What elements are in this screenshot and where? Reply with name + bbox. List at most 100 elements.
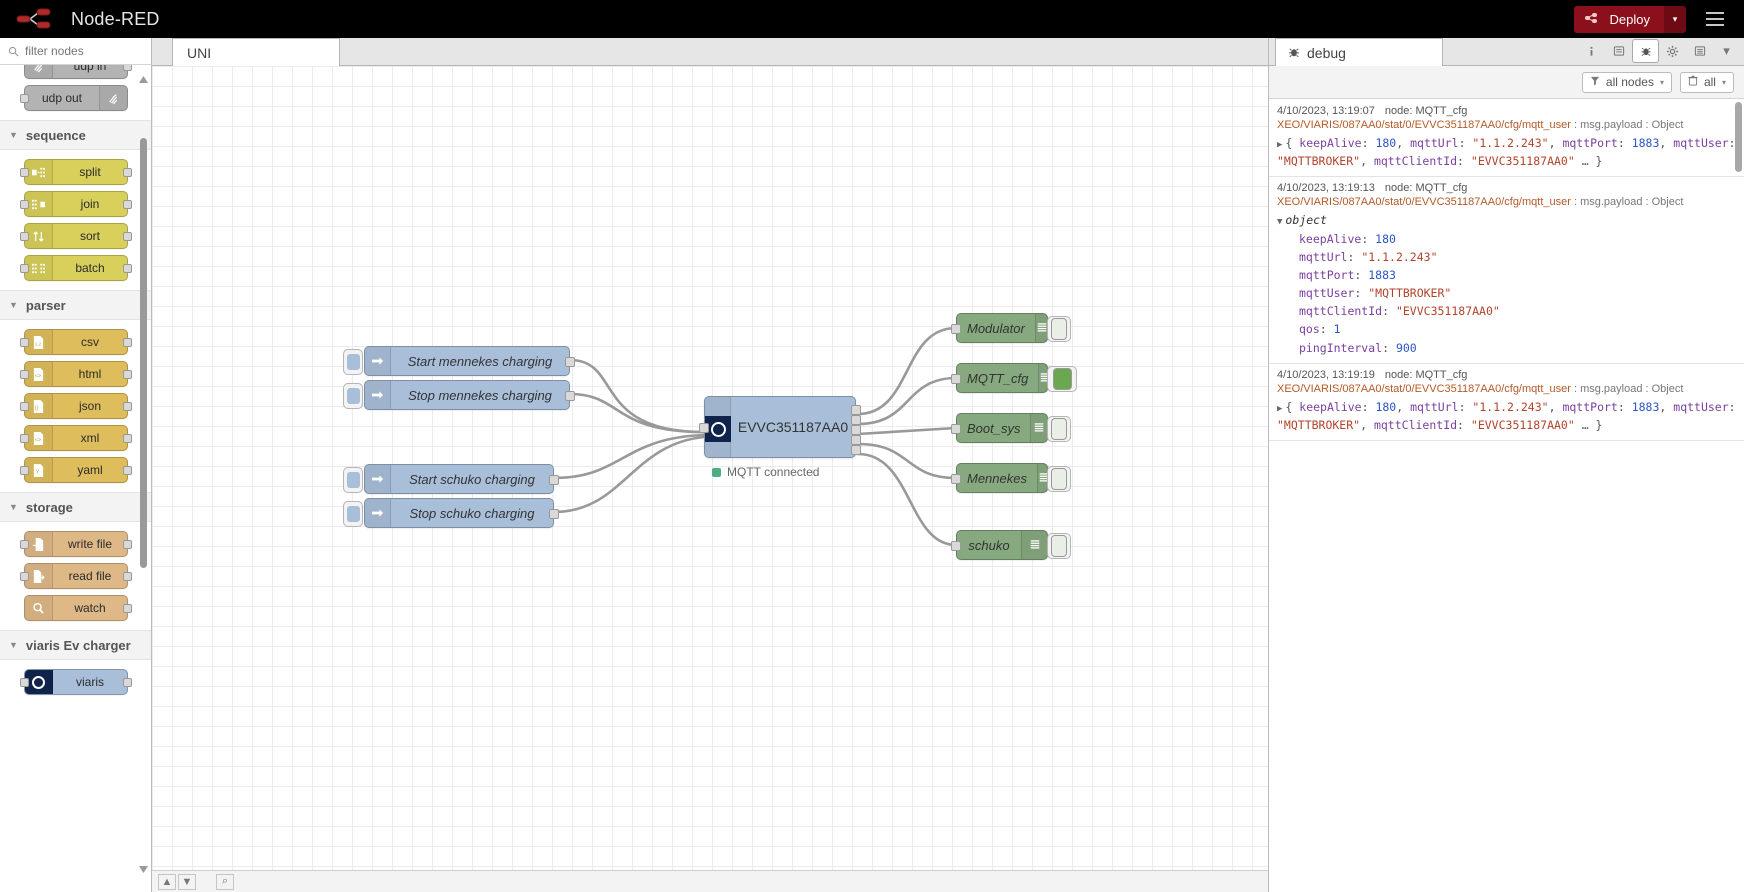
debug-payload-preview[interactable]: ▶{ keepAlive: 180, mqttUrl: "1.1.2.243",…: [1277, 134, 1736, 170]
palette-node-html[interactable]: <> html: [20, 361, 132, 387]
palette-node-yaml[interactable]: Y yaml: [20, 457, 132, 483]
output-port[interactable]: [123, 434, 132, 443]
input-port[interactable]: [20, 678, 29, 687]
help-tab-button[interactable]: [1605, 39, 1632, 63]
palette-scroll-up-arrow[interactable]: [138, 73, 149, 84]
flow-node-schuko[interactable]: schuko: [951, 530, 1071, 560]
palette-node-list[interactable]: udp in udp out ▼ sequence split join sor…: [0, 65, 151, 892]
navigate-up-button[interactable]: ▲: [158, 873, 176, 890]
inject-trigger-button[interactable]: [343, 467, 363, 493]
input-port[interactable]: [20, 370, 29, 379]
input-port[interactable]: [20, 200, 29, 209]
palette-category-parser[interactable]: ▼ parser: [0, 290, 151, 320]
input-port[interactable]: [951, 374, 961, 384]
input-port[interactable]: [20, 540, 29, 549]
output-port[interactable]: [123, 402, 132, 411]
input-port[interactable]: [20, 168, 29, 177]
clear-messages-dropdown[interactable]: all ▾: [1679, 71, 1734, 93]
output-port[interactable]: [123, 540, 132, 549]
input-port[interactable]: [951, 474, 961, 484]
flow-node-evvc-main[interactable]: EVVC351187AA0: [699, 396, 861, 458]
palette-node-split[interactable]: split: [20, 159, 132, 185]
palette-node-viaris[interactable]: viaris: [20, 669, 132, 695]
palette-node-udp-out[interactable]: udp out: [20, 85, 128, 111]
flow-node-start-schuko[interactable]: Start schuko charging: [343, 464, 559, 494]
expand-arrow-icon[interactable]: ▶: [1277, 140, 1282, 150]
debug-message-list[interactable]: 4/10/2023, 13:19:07 node: MQTT_cfg XEO/V…: [1269, 100, 1744, 892]
input-port[interactable]: [20, 572, 29, 581]
flow-node-modulator[interactable]: Modulator: [951, 313, 1071, 343]
deploy-options-caret[interactable]: ▾: [1664, 5, 1686, 33]
palette-category-viaris[interactable]: ▼ viaris Ev charger: [0, 630, 151, 660]
debug-payload-expanded[interactable]: ▼ object keepAlive: 180 mqttUrl: "1.1.2.24…: [1277, 211, 1736, 356]
output-port[interactable]: [123, 370, 132, 379]
palette-scrollbar-thumb[interactable]: [140, 138, 147, 568]
output-port[interactable]: [123, 338, 132, 347]
output-port[interactable]: [123, 572, 132, 581]
output-port[interactable]: [549, 475, 559, 485]
config-tab-button[interactable]: [1659, 39, 1686, 63]
output-port[interactable]: [549, 509, 559, 519]
output-port[interactable]: [565, 391, 575, 401]
debug-payload-preview[interactable]: ▶{ keepAlive: 180, mqttUrl: "1.1.2.243",…: [1277, 398, 1736, 434]
output-port[interactable]: [123, 168, 132, 177]
main-menu-button[interactable]: [1696, 0, 1734, 38]
palette-node-json[interactable]: {} json: [20, 393, 132, 419]
navigate-down-button[interactable]: ▼: [178, 873, 196, 890]
tab-uni[interactable]: UNI: [172, 38, 340, 66]
flow-node-stop-schuko[interactable]: Stop schuko charging: [343, 498, 559, 528]
output-port[interactable]: [123, 65, 132, 71]
palette-category-sequence[interactable]: ▼ sequence: [0, 120, 151, 150]
debug-toggle-button[interactable]: [1047, 316, 1071, 342]
context-tab-button[interactable]: [1686, 39, 1713, 63]
output-port[interactable]: [123, 232, 132, 241]
output-port[interactable]: [123, 678, 132, 687]
flow-node-boot-sys[interactable]: Boot_sys: [951, 413, 1071, 443]
canvas-search-button[interactable]: ⌕: [216, 873, 234, 890]
palette-node-xml[interactable]: <> xml: [20, 425, 132, 451]
debug-scrollbar-thumb[interactable]: [1735, 102, 1742, 172]
output-port-5[interactable]: [851, 445, 861, 455]
debug-toggle-button[interactable]: [1047, 416, 1071, 442]
input-port[interactable]: [699, 423, 709, 433]
flow-node-mqtt-cfg[interactable]: MQTT_cfg: [951, 363, 1077, 393]
output-port-3[interactable]: [851, 425, 861, 435]
input-port[interactable]: [20, 94, 29, 103]
input-port[interactable]: [20, 232, 29, 241]
input-port[interactable]: [20, 434, 29, 443]
output-port[interactable]: [123, 200, 132, 209]
palette-category-storage[interactable]: ▼ storage: [0, 492, 151, 522]
expand-arrow-icon[interactable]: ▶: [1277, 404, 1282, 414]
palette-node-batch[interactable]: batch: [20, 255, 132, 281]
output-port[interactable]: [123, 264, 132, 273]
output-port-4[interactable]: [851, 435, 861, 445]
input-port[interactable]: [951, 324, 961, 334]
palette-node-join[interactable]: join: [20, 191, 132, 217]
palette-node-sort[interactable]: sort: [20, 223, 132, 249]
palette-node-udp-in[interactable]: udp in: [24, 65, 132, 79]
input-port[interactable]: [951, 424, 961, 434]
input-port[interactable]: [20, 338, 29, 347]
input-port[interactable]: [951, 541, 961, 551]
debug-message[interactable]: 4/10/2023, 13:19:19 node: MQTT_cfg XEO/V…: [1269, 364, 1744, 442]
palette-node-csv[interactable]: 1,2 csv: [20, 329, 132, 355]
inject-trigger-button[interactable]: [343, 501, 363, 527]
tab-debug[interactable]: debug: [1275, 38, 1443, 66]
filter-nodes-input[interactable]: [25, 44, 143, 58]
palette-node-watch[interactable]: watch: [24, 595, 132, 621]
debug-toggle-button[interactable]: [1047, 533, 1071, 559]
flow-node-start-mennekes[interactable]: Start mennekes charging: [343, 346, 575, 376]
input-port[interactable]: [20, 402, 29, 411]
debug-object-root[interactable]: ▼ object: [1277, 211, 1736, 229]
input-port[interactable]: [20, 264, 29, 273]
output-port[interactable]: [123, 466, 132, 475]
debug-message[interactable]: 4/10/2023, 13:19:13 node: MQTT_cfg XEO/V…: [1269, 177, 1744, 364]
deploy-button[interactable]: Deploy: [1573, 5, 1664, 33]
more-tabs-caret-icon[interactable]: ▾: [1713, 39, 1740, 63]
output-port[interactable]: [565, 357, 575, 367]
flow-node-stop-mennekes[interactable]: Stop mennekes charging: [343, 380, 575, 410]
output-port-2[interactable]: [851, 415, 861, 425]
inject-trigger-button[interactable]: [343, 349, 363, 375]
debug-message[interactable]: 4/10/2023, 13:19:07 node: MQTT_cfg XEO/V…: [1269, 100, 1744, 178]
debug-toggle-button-active[interactable]: [1047, 366, 1077, 392]
